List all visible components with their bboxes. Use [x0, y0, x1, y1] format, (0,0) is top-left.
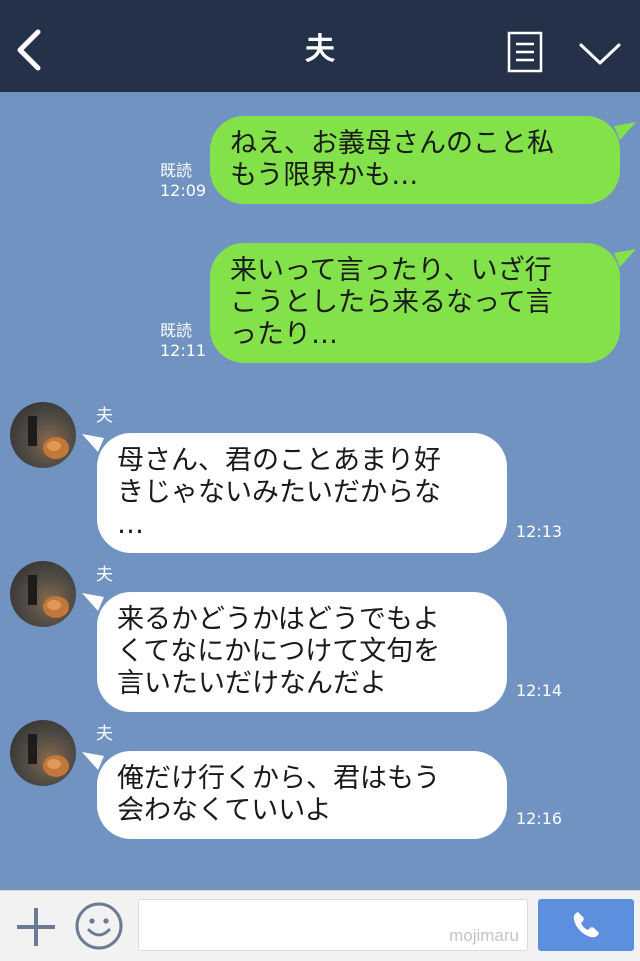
plus-icon[interactable]: [14, 905, 58, 949]
incoming-bubble: 来るかどうかはどうでもよ くてなにかにつけて文句を 言いたいだけなんだよ: [97, 592, 507, 712]
avatar-photo: [28, 416, 69, 459]
notes-icon[interactable]: [507, 31, 543, 73]
call-button[interactable]: [538, 899, 634, 951]
sender-name: 夫: [96, 406, 113, 426]
emoji-icon[interactable]: [74, 901, 124, 951]
avatar-photo: [28, 575, 69, 618]
chat-header: 夫: [0, 0, 640, 92]
message-time: 12:13: [516, 522, 563, 541]
message-composer: mojimaru: [0, 890, 640, 961]
sender-name: 夫: [96, 565, 113, 585]
bubble-tail: [614, 249, 636, 267]
phone-icon: [573, 912, 599, 938]
incoming-bubble: 俺だけ行くから、君はもう 会わなくていいよ: [97, 751, 507, 839]
chevron-down-icon[interactable]: [578, 40, 622, 68]
message-time: 12:14: [516, 681, 563, 700]
bubble-tail: [614, 122, 636, 140]
incoming-bubble: 母さん、君のことあまり好 きじゃないみたいだからな …: [97, 433, 507, 553]
watermark: mojimaru: [449, 926, 519, 945]
outgoing-bubble: 来いって言ったり、いざ行 こうとしたら来るなって言 ったり…: [210, 243, 620, 363]
avatar[interactable]: [10, 561, 76, 627]
message-time: 12:11: [160, 341, 207, 360]
message-time: 12:09: [160, 181, 207, 200]
read-receipt: 既読: [160, 161, 193, 180]
sender-name: 夫: [96, 724, 113, 744]
avatar[interactable]: [10, 720, 76, 786]
avatar[interactable]: [10, 402, 76, 468]
outgoing-bubble: ねえ、お義母さんのこと私 もう限界かも…: [210, 116, 620, 204]
read-receipt: 既読: [160, 321, 193, 340]
message-input[interactable]: mojimaru: [138, 899, 528, 951]
message-list[interactable]: ねえ、お義母さんのこと私 もう限界かも… 既読 12:09 来いって言ったり、い…: [0, 92, 640, 890]
avatar-photo: [28, 734, 69, 777]
message-time: 12:16: [516, 809, 563, 828]
chat-title: 夫: [305, 32, 335, 67]
